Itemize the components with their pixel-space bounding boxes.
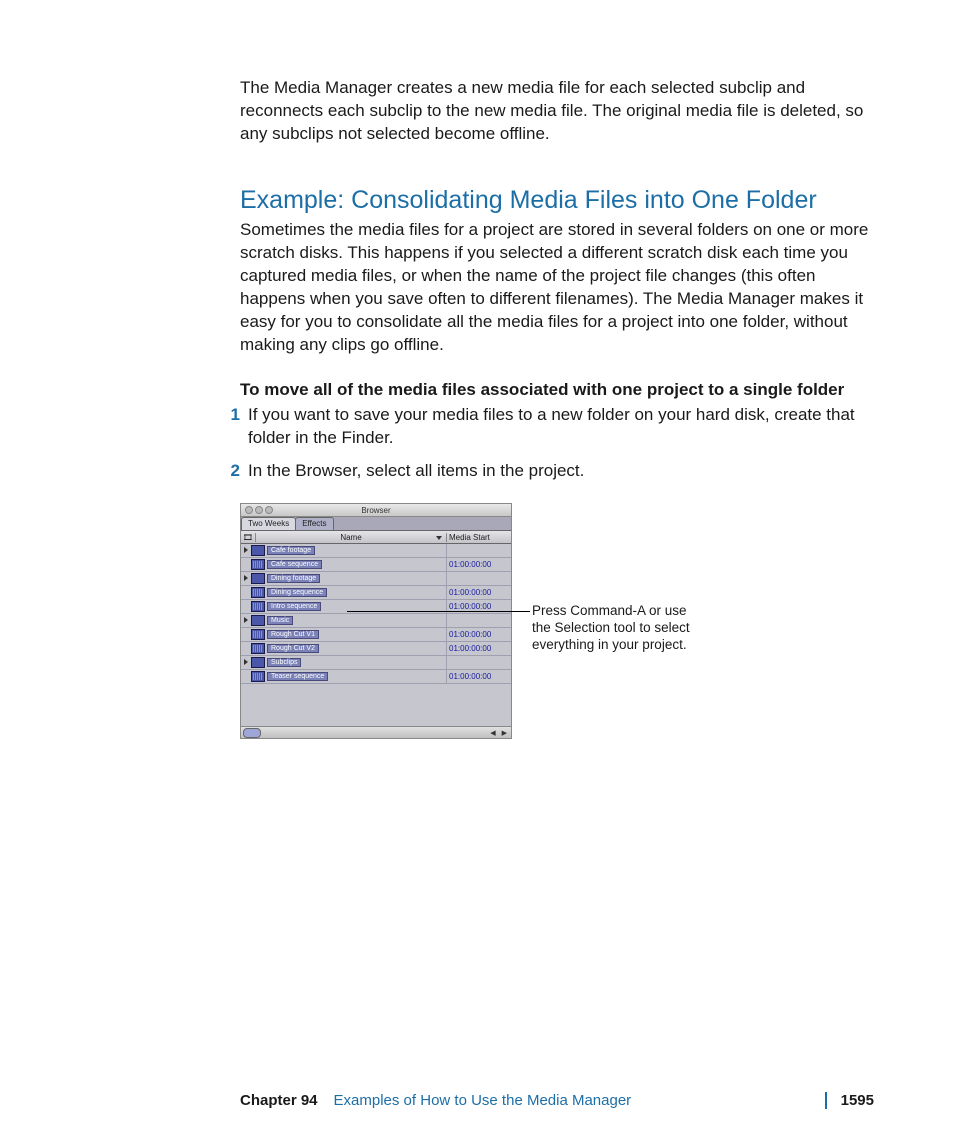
row-media-start: 01:00:00:00 <box>446 642 511 655</box>
reel-icon: 🎞 <box>241 533 256 542</box>
footer-chapter-title: Examples of How to Use the Media Manager <box>334 1092 632 1109</box>
column-media-start[interactable]: Media Start <box>447 533 511 542</box>
tab-two-weeks[interactable]: Two Weeks <box>241 517 296 530</box>
table-row[interactable]: Subclips <box>241 656 511 670</box>
step-1: 1 If you want to save your media files t… <box>220 404 874 450</box>
row-media-start: 01:00:00:00 <box>446 628 511 641</box>
row-media-start <box>446 572 511 585</box>
window-title: Browser <box>241 506 511 515</box>
disclosure-triangle-icon[interactable] <box>241 658 251 667</box>
sequence-icon <box>251 559 265 570</box>
table-row[interactable]: Dining footage <box>241 572 511 586</box>
row-media-start <box>446 614 511 627</box>
step-number: 2 <box>220 460 240 483</box>
footer-page-number: 1595 <box>825 1092 874 1109</box>
bin-icon <box>251 657 265 668</box>
step-text: In the Browser, select all items in the … <box>248 460 874 483</box>
page-footer: Chapter 94 Examples of How to Use the Me… <box>80 1092 874 1109</box>
table-row[interactable]: Cafe sequence 01:00:00:00 <box>241 558 511 572</box>
browser-tabs: Two Weeks Effects <box>241 517 511 531</box>
table-row[interactable]: Rough Cut V2 01:00:00:00 <box>241 642 511 656</box>
step-text: If you want to save your media files to … <box>248 404 874 450</box>
heading-paragraph: Sometimes the media files for a project … <box>240 219 874 357</box>
row-label: Rough Cut V2 <box>267 644 319 653</box>
table-row[interactable]: Music <box>241 614 511 628</box>
row-label: Cafe footage <box>267 546 315 555</box>
row-label: Rough Cut V1 <box>267 630 319 639</box>
table-row[interactable]: Teaser sequence 01:00:00:00 <box>241 670 511 684</box>
sequence-icon <box>251 587 265 598</box>
bin-icon <box>251 545 265 556</box>
row-media-start <box>446 544 511 557</box>
step-number: 1 <box>220 404 240 450</box>
disclosure-triangle-icon[interactable] <box>241 616 251 625</box>
row-media-start: 01:00:00:00 <box>446 558 511 571</box>
row-media-start: 01:00:00:00 <box>446 670 511 683</box>
row-label: Teaser sequence <box>267 672 328 681</box>
row-label: Dining sequence <box>267 588 327 597</box>
tab-effects[interactable]: Effects <box>295 517 333 530</box>
column-name[interactable]: Name <box>256 533 447 542</box>
table-row[interactable]: Dining sequence 01:00:00:00 <box>241 586 511 600</box>
disclosure-triangle-icon[interactable] <box>241 574 251 583</box>
browser-window: Browser Two Weeks Effects 🎞 Name Media S… <box>240 503 512 739</box>
window-titlebar: Browser <box>241 504 511 517</box>
step-2: 2 In the Browser, select all items in th… <box>220 460 874 483</box>
row-label: Cafe sequence <box>267 560 322 569</box>
bin-icon <box>251 573 265 584</box>
bin-icon <box>251 615 265 626</box>
row-label: Music <box>267 616 293 625</box>
row-label: Dining footage <box>267 574 320 583</box>
intro-paragraph: The Media Manager creates a new media fi… <box>240 77 874 146</box>
row-media-start: 01:00:00:00 <box>446 586 511 599</box>
section-heading: Example: Consolidating Media Files into … <box>240 186 874 215</box>
row-media-start <box>446 656 511 669</box>
column-header: 🎞 Name Media Start <box>241 531 511 544</box>
table-row[interactable]: Cafe footage <box>241 544 511 558</box>
horizontal-scrollbar[interactable]: ◀ ▶ <box>241 727 511 738</box>
disclosure-triangle-icon[interactable] <box>241 546 251 555</box>
table-row[interactable]: Rough Cut V1 01:00:00:00 <box>241 628 511 642</box>
footer-chapter: Chapter 94 <box>240 1092 318 1109</box>
callout-leader-line <box>347 611 530 612</box>
sequence-icon <box>251 601 265 612</box>
sequence-icon <box>251 643 265 654</box>
row-label: Subclips <box>267 658 301 667</box>
sequence-icon <box>251 629 265 640</box>
row-label: Intro sequence <box>267 602 321 611</box>
browser-rows: Cafe footageCafe sequence01:00:00:00Dini… <box>241 544 511 727</box>
task-intro: To move all of the media files associate… <box>240 380 874 400</box>
sequence-icon <box>251 671 265 682</box>
callout-text: Press Command-A or use the Selection too… <box>532 603 692 654</box>
